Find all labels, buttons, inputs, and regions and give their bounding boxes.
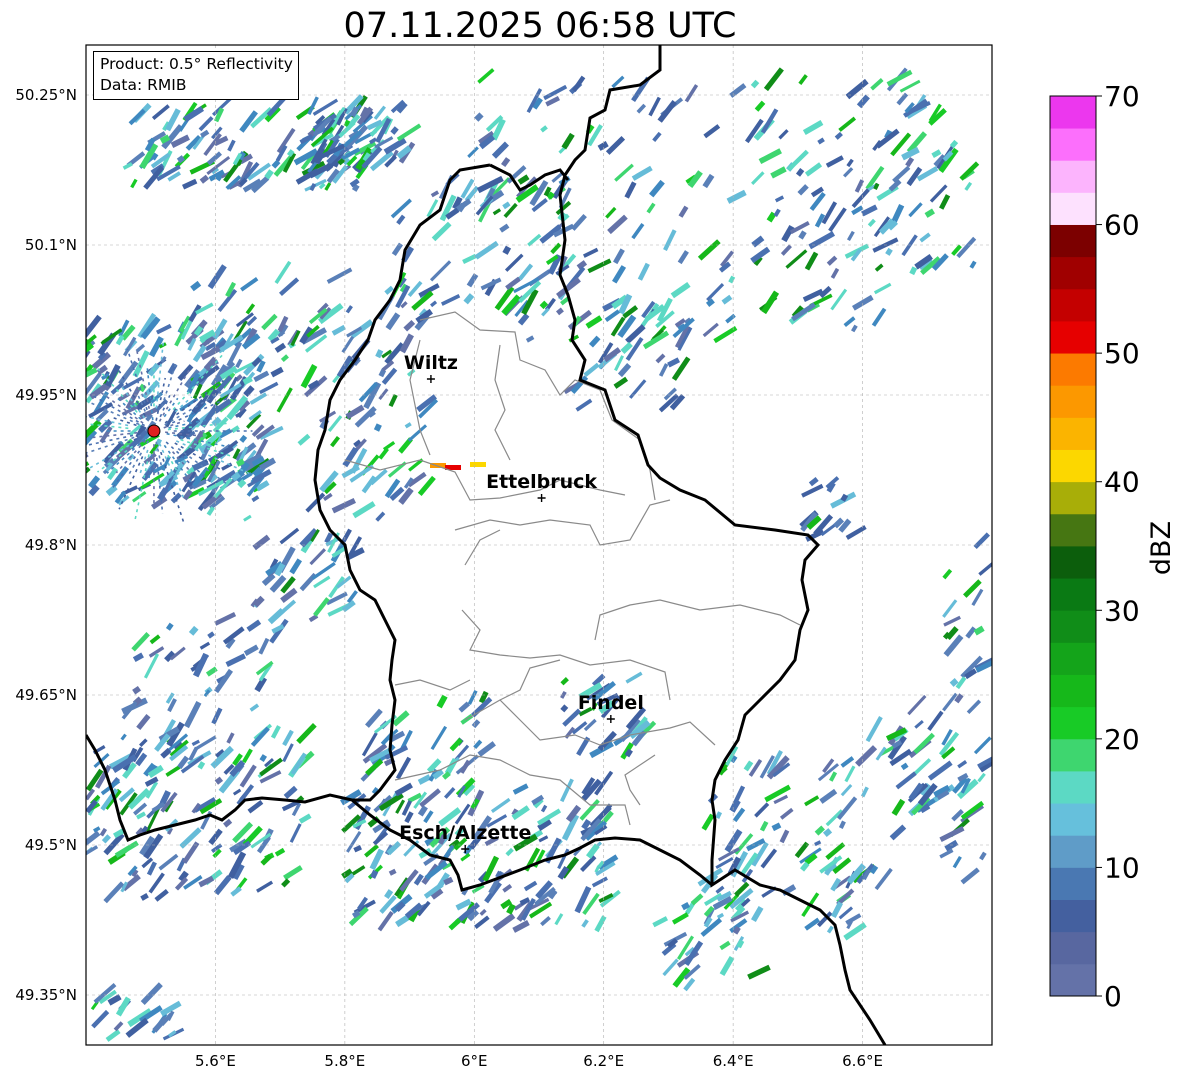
lat-tick-label: 49.8°N: [25, 536, 77, 554]
lon-tick-label: 6.4°E: [713, 1052, 754, 1070]
lon-tick-label: 5.6°E: [195, 1052, 236, 1070]
city-label: Ettelbruck: [486, 471, 597, 493]
lon-tick-label: 5.8°E: [324, 1052, 365, 1070]
latitude-tick-labels: 50.25°N 50.1°N 49.95°N 49.8°N 49.65°N 49.5°N 4…: [15, 86, 77, 1004]
radar-echo-layer: [86, 67, 992, 1042]
radar-site-dot: [147, 424, 161, 438]
lat-tick-label: 49.65°N: [15, 686, 77, 704]
city-label: Esch/Alzette: [399, 822, 531, 844]
data-source-label: Data: RMIB: [100, 76, 187, 94]
city-marker: [537, 494, 546, 502]
radar-site-marker: [147, 424, 161, 438]
lat-tick-label: 49.35°N: [15, 986, 77, 1004]
lon-tick-label: 6.6°E: [842, 1052, 883, 1070]
lon-tick-label: 6°E: [461, 1052, 488, 1070]
lat-tick-label: 49.95°N: [15, 386, 77, 404]
city-label: Findel: [578, 692, 644, 714]
product-info-box: Product: 0.5° Reflectivity Data: RMIB: [93, 51, 299, 100]
city-marker: [426, 375, 435, 383]
lat-tick-label: 50.25°N: [15, 86, 77, 104]
city-marker: [606, 715, 615, 723]
radar-map: WiltzEttelbruckFindelEsch/Alzette 5.6°E 5…: [15, 44, 993, 1070]
longitude-tick-labels: 5.6°E 5.8°E 6°E 6.2°E 6.4°E 6.6°E: [195, 1052, 883, 1070]
lon-tick-label: 6.2°E: [583, 1052, 624, 1070]
lat-tick-label: 49.5°N: [25, 836, 77, 854]
product-label: Product: 0.5° Reflectivity: [100, 55, 293, 73]
city-label: Wiltz: [404, 352, 458, 374]
lat-tick-label: 50.1°N: [25, 236, 77, 254]
